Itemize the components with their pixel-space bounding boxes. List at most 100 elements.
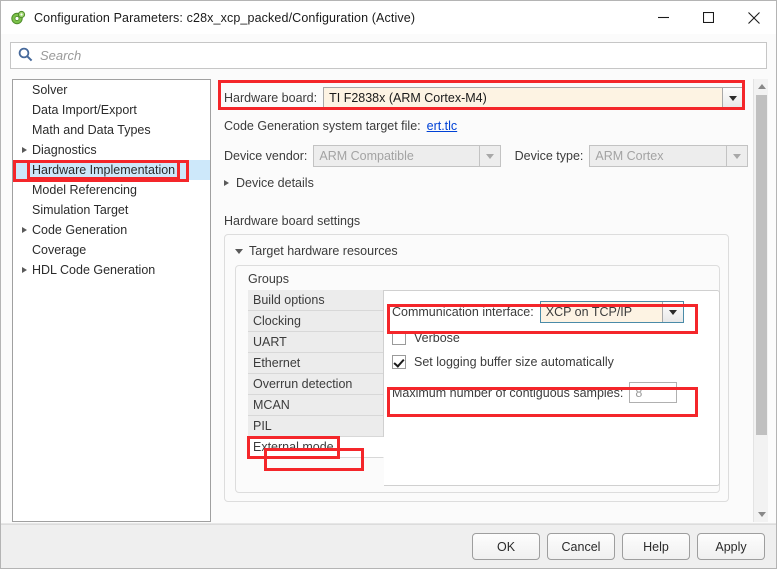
scrollbar-thumb[interactable] xyxy=(756,95,767,435)
title-bar: Configuration Parameters: c28x_xcp_packe… xyxy=(1,1,776,34)
dialog-footer: OK Cancel Help Apply xyxy=(1,524,776,568)
hardware-board-label: Hardware board: xyxy=(224,91,317,105)
sidebar-item-code-generation[interactable]: Code Generation xyxy=(13,220,210,240)
help-button[interactable]: Help xyxy=(622,533,690,560)
hardware-board-value: TI F2838x (ARM Cortex-M4) xyxy=(324,88,722,108)
verbose-checkbox[interactable] xyxy=(392,331,406,345)
chevron-down-icon xyxy=(726,146,747,166)
communication-interface-dropdown[interactable]: XCP on TCP/IP xyxy=(540,301,684,323)
verbose-checkbox-row[interactable]: Verbose xyxy=(392,331,460,345)
max-contiguous-samples-row: Maximum number of contiguous samples: 8 xyxy=(392,382,677,403)
device-type-label: Device type: xyxy=(515,149,584,163)
chevron-right-icon[interactable] xyxy=(18,267,31,273)
group-item-label: Clocking xyxy=(253,314,301,328)
sidebar-item-simulation-target[interactable]: Simulation Target xyxy=(13,200,210,220)
communication-interface-value: XCP on TCP/IP xyxy=(541,302,662,322)
search-icon xyxy=(18,47,33,65)
communication-interface-label: Communication interface: xyxy=(392,305,534,319)
sidebar-item-coverage[interactable]: Coverage xyxy=(13,240,210,260)
group-item-build-options[interactable]: Build options xyxy=(248,290,383,311)
chevron-right-icon[interactable] xyxy=(18,147,31,153)
sidebar-item-data-import-export[interactable]: Data Import/Export xyxy=(13,100,210,120)
target-hardware-resources-disclosure[interactable]: Target hardware resources xyxy=(235,244,398,258)
group-item-pil[interactable]: PIL xyxy=(248,416,383,437)
sidebar-item-hdl-code-generation[interactable]: HDL Code Generation xyxy=(13,260,210,280)
hardware-implementation-pane: Hardware board: TI F2838x (ARM Cortex-M4… xyxy=(219,79,753,522)
simulink-icon xyxy=(10,10,26,26)
hardware-board-settings-title: Hardware board settings xyxy=(224,214,360,228)
group-item-label: Overrun detection xyxy=(253,377,352,391)
category-tree[interactable]: Solver Data Import/Export Math and Data Ty… xyxy=(12,79,211,522)
target-hardware-resources-panel: Groups Build options Clocking UART Ethernet… xyxy=(235,265,720,493)
group-item-label: UART xyxy=(253,335,287,349)
hardware-board-settings-panel: Target hardware resources Groups Build o… xyxy=(224,234,729,502)
sidebar-item-diagnostics[interactable]: Diagnostics xyxy=(13,140,210,160)
group-item-label: PIL xyxy=(253,419,272,433)
max-contiguous-samples-input[interactable]: 8 xyxy=(629,382,677,403)
sidebar-item-hardware-implementation[interactable]: Hardware Implementation xyxy=(13,160,210,180)
search-bar[interactable] xyxy=(10,42,767,69)
system-target-file-label: Code Generation system target file: xyxy=(224,119,421,133)
group-item-mcan[interactable]: MCAN xyxy=(248,395,383,416)
groups-title: Groups xyxy=(248,272,289,286)
system-target-file-link[interactable]: ert.tlc xyxy=(427,119,458,133)
sidebar-item-label: Coverage xyxy=(31,243,86,257)
device-type-dropdown: ARM Cortex xyxy=(589,145,748,167)
device-details-label: Device details xyxy=(236,176,314,190)
close-icon[interactable] xyxy=(731,1,776,34)
set-logging-buffer-label: Set logging buffer size automatically xyxy=(414,355,614,369)
chevron-down-icon xyxy=(479,146,500,166)
search-input[interactable] xyxy=(40,48,640,63)
set-logging-buffer-checkbox-row[interactable]: Set logging buffer size automatically xyxy=(392,355,614,369)
sidebar-item-math-and-data-types[interactable]: Math and Data Types xyxy=(13,120,210,140)
ok-button[interactable]: OK xyxy=(472,533,540,560)
target-hardware-resources-label: Target hardware resources xyxy=(249,244,398,258)
sidebar-item-model-referencing[interactable]: Model Referencing xyxy=(13,180,210,200)
sidebar-item-label: Solver xyxy=(31,83,67,97)
group-item-external-mode[interactable]: External mode xyxy=(248,437,384,458)
chevron-down-icon[interactable] xyxy=(722,88,743,108)
set-logging-buffer-checkbox[interactable] xyxy=(392,355,406,369)
group-item-label: MCAN xyxy=(253,398,290,412)
content-vertical-scrollbar[interactable] xyxy=(753,79,768,522)
sidebar-item-label: Simulation Target xyxy=(31,203,128,217)
chevron-right-icon[interactable] xyxy=(18,227,31,233)
communication-interface-row: Communication interface: XCP on TCP/IP xyxy=(392,301,684,323)
group-item-label: Build options xyxy=(253,293,325,307)
chevron-down-icon[interactable] xyxy=(662,302,683,322)
chevron-right-icon[interactable] xyxy=(224,180,229,186)
system-target-file-row: Code Generation system target file: ert.… xyxy=(224,119,457,133)
device-info-row: Device vendor: ARM Compatible Device typ… xyxy=(224,145,748,167)
sidebar-item-label: Math and Data Types xyxy=(31,123,151,137)
hardware-board-row: Hardware board: TI F2838x (ARM Cortex-M4… xyxy=(224,87,744,109)
device-details-disclosure[interactable]: Device details xyxy=(224,176,314,190)
device-vendor-label: Device vendor: xyxy=(224,149,307,163)
group-item-label: Ethernet xyxy=(253,356,300,370)
sidebar-item-label: Diagnostics xyxy=(31,143,97,157)
scroll-up-icon[interactable] xyxy=(754,79,769,94)
device-vendor-dropdown: ARM Compatible xyxy=(313,145,500,167)
external-mode-settings-panel: Communication interface: XCP on TCP/IP V… xyxy=(384,290,720,486)
group-item-label: External mode xyxy=(250,439,337,456)
cancel-button[interactable]: Cancel xyxy=(547,533,615,560)
hardware-board-dropdown[interactable]: TI F2838x (ARM Cortex-M4) xyxy=(323,87,744,109)
scroll-down-icon[interactable] xyxy=(754,507,769,522)
sidebar-item-solver[interactable]: Solver xyxy=(13,80,210,100)
device-type-value: ARM Cortex xyxy=(590,146,726,166)
apply-button[interactable]: Apply xyxy=(697,533,765,560)
device-vendor-value: ARM Compatible xyxy=(314,146,478,166)
group-item-overrun-detection[interactable]: Overrun detection xyxy=(248,374,383,395)
group-item-clocking[interactable]: Clocking xyxy=(248,311,383,332)
groups-list[interactable]: Build options Clocking UART Ethernet Overrun… xyxy=(248,290,384,458)
window-title: Configuration Parameters: c28x_xcp_packe… xyxy=(34,11,415,25)
group-item-uart[interactable]: UART xyxy=(248,332,383,353)
configuration-parameters-window: Configuration Parameters: c28x_xcp_packe… xyxy=(0,0,777,569)
window-controls xyxy=(641,1,776,34)
minimize-icon[interactable] xyxy=(641,1,686,34)
sidebar-item-label: HDL Code Generation xyxy=(31,263,155,277)
chevron-down-icon[interactable] xyxy=(235,249,243,254)
maximize-icon[interactable] xyxy=(686,1,731,34)
group-item-ethernet[interactable]: Ethernet xyxy=(248,353,383,374)
sidebar-item-label: Hardware Implementation xyxy=(30,163,177,177)
max-contiguous-samples-label: Maximum number of contiguous samples: xyxy=(392,386,623,400)
